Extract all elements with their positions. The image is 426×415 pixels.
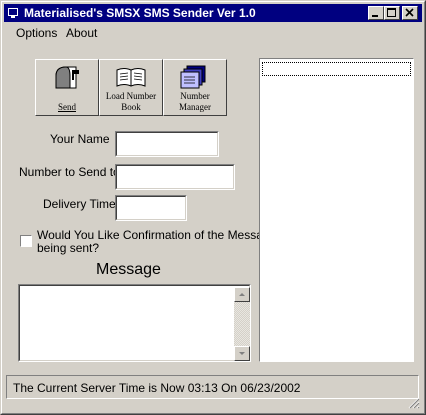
your-name-input[interactable] bbox=[118, 134, 216, 154]
your-name-label: Your Name bbox=[50, 132, 110, 146]
mailbox-icon bbox=[55, 66, 79, 89]
maximize-icon bbox=[387, 8, 396, 17]
book-icon bbox=[116, 68, 146, 87]
message-field[interactable] bbox=[18, 284, 251, 362]
delivery-time-input[interactable] bbox=[118, 198, 184, 218]
menu-about[interactable]: About bbox=[66, 26, 97, 40]
title-bar[interactable]: Materialised's SMSX SMS Sender Ver 1.0 bbox=[4, 4, 422, 22]
confirmation-label-line1: Would You Like Confirmation of the Messa… bbox=[37, 228, 277, 242]
confirmation-checkbox[interactable] bbox=[20, 235, 32, 247]
number-manager-button[interactable]: Number Manager bbox=[163, 59, 227, 116]
maximize-button[interactable] bbox=[384, 6, 400, 20]
close-button[interactable] bbox=[402, 6, 418, 20]
arrow-down-icon bbox=[239, 352, 245, 355]
number-to-send-label: Number to Send to bbox=[19, 165, 120, 179]
scroll-down-button[interactable] bbox=[234, 346, 250, 361]
scroll-track[interactable] bbox=[234, 302, 250, 346]
delivery-time-label: Delivery Time bbox=[43, 197, 116, 211]
send-button[interactable]: Send bbox=[35, 59, 99, 116]
main-window: Materialised's SMSX SMS Sender Ver 1.0 O… bbox=[0, 0, 426, 415]
address-book-icon bbox=[180, 65, 206, 89]
load-number-book-label: Load Number Book bbox=[105, 91, 157, 112]
your-name-field[interactable] bbox=[115, 131, 219, 157]
number-list[interactable] bbox=[259, 58, 414, 362]
delivery-time-field[interactable] bbox=[115, 195, 187, 221]
list-focus-item[interactable] bbox=[262, 62, 411, 76]
message-textarea[interactable] bbox=[21, 287, 234, 359]
message-scrollbar[interactable] bbox=[234, 287, 250, 361]
load-number-book-button[interactable]: Load Number Book bbox=[99, 59, 163, 116]
minimize-icon bbox=[372, 15, 378, 17]
menu-bar: Options About bbox=[4, 23, 422, 42]
server-time-status: The Current Server Time is Now 03:13 On … bbox=[13, 381, 301, 395]
scroll-up-button[interactable] bbox=[234, 287, 250, 302]
menu-options[interactable]: Options bbox=[16, 26, 57, 40]
send-label: Send bbox=[58, 102, 76, 112]
status-bar: The Current Server Time is Now 03:13 On … bbox=[6, 375, 419, 399]
minimize-button[interactable] bbox=[368, 6, 384, 20]
number-manager-label: Number Manager bbox=[179, 91, 211, 112]
number-to-send-input[interactable] bbox=[118, 167, 232, 187]
app-icon bbox=[8, 8, 18, 18]
number-to-send-field[interactable] bbox=[115, 164, 235, 190]
close-icon bbox=[405, 8, 414, 17]
window-title: Materialised's SMSX SMS Sender Ver 1.0 bbox=[24, 6, 256, 20]
arrow-up-icon bbox=[239, 293, 245, 296]
message-heading: Message bbox=[96, 261, 161, 278]
confirmation-label-line2: being sent? bbox=[37, 241, 100, 255]
resize-grip-icon[interactable] bbox=[408, 397, 420, 409]
